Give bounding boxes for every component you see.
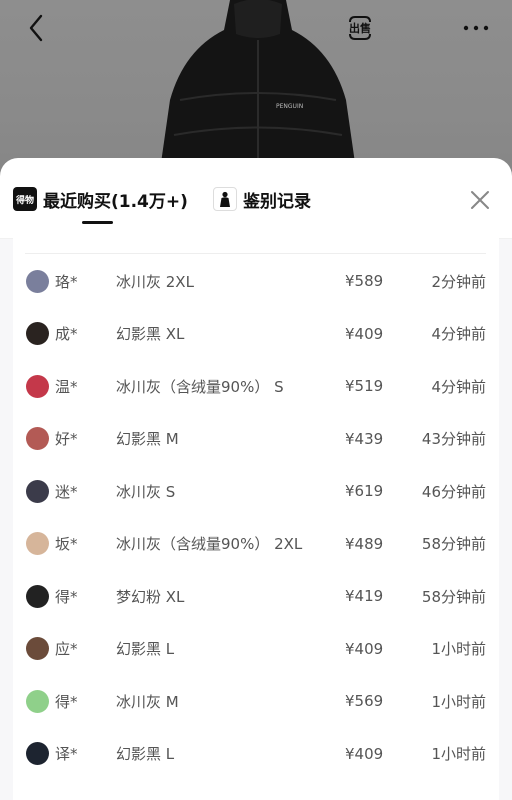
purchase-row: 译* 幻影黑 L ¥409 1小时前 bbox=[13, 728, 499, 780]
buyer-name: 好* bbox=[55, 430, 78, 448]
purchase-spec: 幻影黑 L bbox=[116, 640, 175, 658]
purchase-time: 2分钟前 bbox=[431, 272, 486, 291]
jacket-image: PENGUIN bbox=[160, 0, 356, 170]
purchase-row: 好* 幻影黑 M ¥439 43分钟前 bbox=[13, 413, 499, 465]
sheet-tabs: 得物 最近购买(1.4万+) 鉴别记录 bbox=[0, 158, 512, 239]
sell-button[interactable]: 出售 bbox=[340, 10, 380, 46]
purchase-price: ¥409 bbox=[345, 744, 384, 763]
buyer-name: 成* bbox=[55, 325, 78, 343]
avatar bbox=[26, 479, 49, 503]
avatar bbox=[26, 637, 49, 660]
avatar bbox=[26, 689, 49, 713]
person-icon bbox=[213, 187, 237, 211]
purchase-time: 4分钟前 bbox=[431, 325, 486, 343]
purchase-time: 46分钟前 bbox=[421, 482, 486, 501]
purchase-time: 1小时前 bbox=[431, 745, 486, 763]
purchase-spec: 幻影黑 L bbox=[116, 745, 175, 763]
purchase-time: 4分钟前 bbox=[431, 377, 486, 396]
purchase-row: 珞* 冰川灰 2XL ¥589 2分钟前 bbox=[13, 255, 499, 307]
purchase-row: 温* 冰川灰（含绒量90%） S ¥519 4分钟前 bbox=[13, 360, 499, 412]
purchase-time: 1小时前 bbox=[431, 640, 486, 658]
purchase-price: ¥419 bbox=[345, 587, 384, 605]
purchase-spec: 冰川灰 M bbox=[116, 692, 179, 711]
avatar bbox=[26, 322, 49, 345]
purchase-time: 58分钟前 bbox=[421, 587, 486, 606]
avatar bbox=[26, 532, 49, 555]
purchase-time: 58分钟前 bbox=[421, 535, 486, 553]
purchase-price: ¥519 bbox=[345, 377, 384, 395]
purchase-row: 坂* 冰川灰（含绒量90%） 2XL ¥489 58分钟前 bbox=[13, 518, 499, 570]
purchase-spec: 梦幻粉 XL bbox=[116, 587, 185, 606]
back-button[interactable] bbox=[16, 10, 56, 46]
tab-authentication-records[interactable]: 鉴别记录 bbox=[213, 185, 311, 213]
avatar bbox=[26, 427, 49, 450]
purchase-spec: 幻影黑 XL bbox=[116, 325, 185, 343]
purchase-time: 1小时前 bbox=[431, 692, 486, 711]
tab-recent-purchases-label: 最近购买(1.4万+) bbox=[43, 191, 188, 212]
buyer-name: 译* bbox=[55, 745, 78, 763]
purchase-price: ¥409 bbox=[345, 639, 384, 658]
purchase-row: 成* 幻影黑 XL ¥409 4分钟前 bbox=[13, 308, 499, 360]
purchase-spec: 冰川灰 S bbox=[116, 482, 176, 501]
purchase-row: 应* 幻影黑 L ¥409 1小时前 bbox=[13, 623, 499, 675]
purchase-time: 43分钟前 bbox=[421, 430, 486, 448]
dewu-logo-icon: 得物 bbox=[13, 187, 37, 211]
tab-recent-purchases[interactable]: 得物 最近购买(1.4万+) bbox=[13, 185, 188, 213]
tab-authentication-records-label: 鉴别记录 bbox=[243, 191, 311, 212]
purchase-price: ¥489 bbox=[345, 534, 384, 553]
purchase-price: ¥619 bbox=[345, 482, 384, 500]
sell-icon: 出售 bbox=[349, 16, 371, 40]
buyer-name: 坂* bbox=[55, 535, 78, 553]
avatar bbox=[26, 742, 49, 765]
svg-text:出售: 出售 bbox=[349, 21, 371, 35]
purchase-row: 得* 梦幻粉 XL ¥419 58分钟前 bbox=[13, 570, 499, 622]
purchase-spec: 冰川灰（含绒量90%） S bbox=[116, 377, 284, 396]
chevron-left-icon bbox=[29, 14, 43, 42]
purchase-row: 迷* 冰川灰 S ¥619 46分钟前 bbox=[13, 465, 499, 517]
buyer-name: 温* bbox=[55, 377, 78, 396]
purchase-spec: 冰川灰 2XL bbox=[116, 272, 194, 291]
purchase-spec: 冰川灰（含绒量90%） 2XL bbox=[116, 535, 303, 553]
close-button[interactable] bbox=[466, 186, 494, 214]
svg-text:PENGUIN: PENGUIN bbox=[276, 103, 303, 110]
buyer-name: 得* bbox=[55, 587, 78, 606]
buyer-name: 迷* bbox=[55, 482, 78, 501]
purchase-row: 得* 冰川灰 M ¥569 1小时前 bbox=[13, 675, 499, 727]
purchase-price: ¥569 bbox=[345, 692, 384, 710]
avatar bbox=[26, 374, 49, 398]
buyer-name: 珞* bbox=[55, 272, 78, 291]
divider bbox=[25, 253, 486, 254]
more-button[interactable] bbox=[456, 10, 496, 46]
close-icon bbox=[471, 191, 489, 209]
purchase-price: ¥439 bbox=[345, 429, 384, 448]
recent-purchases-sheet: 得物 最近购买(1.4万+) 鉴别记录 珞* 冰川灰 2XL ¥589 2分钟前成* 幻… bbox=[0, 158, 512, 800]
more-dots-icon bbox=[463, 25, 489, 31]
purchase-list[interactable]: 珞* 冰川灰 2XL ¥589 2分钟前 成* 幻影黑 XL ¥409 4分钟前 温* 冰川灰（含… bbox=[13, 238, 499, 800]
purchase-price: ¥589 bbox=[345, 272, 384, 290]
purchase-price: ¥409 bbox=[345, 324, 384, 343]
avatar bbox=[26, 269, 49, 293]
avatar bbox=[26, 584, 49, 608]
buyer-name: 得* bbox=[55, 692, 78, 711]
buyer-name: 应* bbox=[55, 640, 78, 658]
purchase-spec: 幻影黑 M bbox=[116, 430, 179, 448]
active-tab-indicator bbox=[82, 221, 113, 224]
